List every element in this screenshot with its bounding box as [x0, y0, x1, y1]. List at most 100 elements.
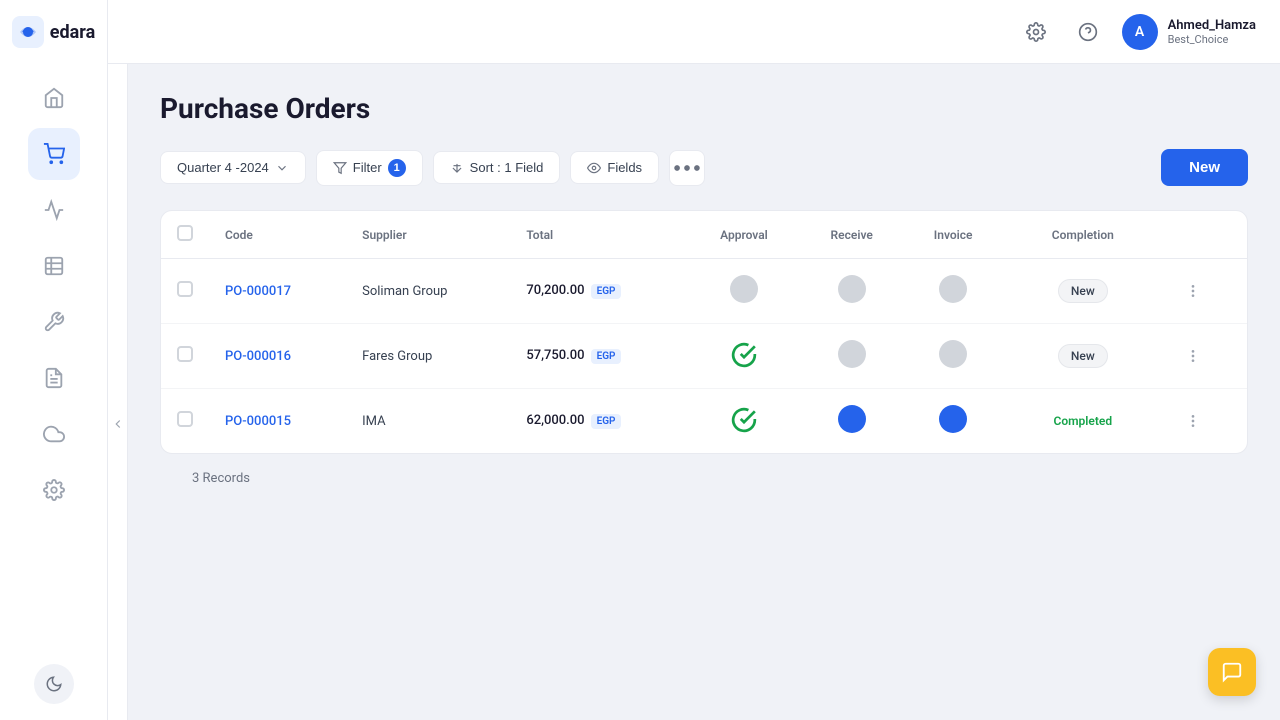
sidebar-item-home[interactable]: [28, 72, 80, 124]
records-label: Records: [203, 471, 250, 486]
content: Purchase Orders Quarter 4 -2024 Filter: [108, 64, 1280, 720]
chat-button[interactable]: [1208, 648, 1256, 696]
filter-count-badge: 1: [388, 159, 406, 177]
sidebar-item-analytics[interactable]: [28, 184, 80, 236]
user-info: Ahmed_Hamza Best_Choice: [1168, 18, 1256, 46]
row-checkbox-cell-2[interactable]: [161, 389, 209, 454]
total-2: 62,000.00EGP: [510, 389, 688, 454]
total-1: 57,750.00EGP: [510, 324, 688, 389]
user-section[interactable]: A Ahmed_Hamza Best_Choice: [1122, 14, 1256, 50]
collapse-sidebar-btn[interactable]: [108, 64, 128, 720]
po-link-1[interactable]: PO-000016: [225, 349, 291, 364]
sidebar-bottom: [34, 664, 74, 704]
main-wrapper: A Ahmed_Hamza Best_Choice Purchase Order…: [108, 0, 1280, 720]
fields-btn[interactable]: Fields: [570, 151, 659, 184]
supplier-header: Supplier: [346, 211, 510, 259]
settings-icon-btn[interactable]: [1018, 14, 1054, 50]
logo-text: edara: [50, 22, 95, 43]
records-count: 3: [192, 471, 199, 486]
row-menu-btn-2[interactable]: [1179, 407, 1207, 435]
sidebar-item-table[interactable]: [28, 240, 80, 292]
row-checkbox-cell-0[interactable]: [161, 259, 209, 324]
user-company: Best_Choice: [1168, 33, 1256, 46]
more-vertical-icon: [1185, 283, 1201, 299]
invoice-1: [939, 340, 967, 368]
completion-header: Completion: [1003, 211, 1163, 259]
table-footer: 3 Records: [160, 454, 1248, 502]
completion-cell-2: Completed: [1003, 389, 1163, 454]
page-title: Purchase Orders: [160, 92, 1248, 125]
receive-1: [838, 340, 866, 368]
table-row: PO-000017Soliman Group70,200.00EGPNew: [161, 259, 1247, 324]
approval-cell-2: [688, 389, 800, 454]
new-button[interactable]: New: [1161, 149, 1248, 186]
sidebar-item-reports[interactable]: [28, 352, 80, 404]
sort-icon: [450, 161, 464, 175]
filter-btn[interactable]: Filter 1: [316, 150, 423, 186]
completion-cell-0: New: [1003, 259, 1163, 324]
filter-icon: [333, 161, 347, 175]
sidebar-item-settings[interactable]: [28, 464, 80, 516]
quarter-filter-btn[interactable]: Quarter 4 -2024: [160, 151, 306, 184]
supplier-2: IMA: [346, 389, 510, 454]
row-checkbox-2[interactable]: [177, 411, 193, 427]
approval-approved-2: [730, 406, 758, 434]
row-menu-btn-1[interactable]: [1179, 342, 1207, 370]
select-all-header[interactable]: [161, 211, 209, 259]
po-code-0[interactable]: PO-000017: [209, 259, 346, 324]
table-row: PO-000016Fares Group57,750.00EGP New: [161, 324, 1247, 389]
sidebar-item-tools[interactable]: [28, 296, 80, 348]
main-content: Purchase Orders Quarter 4 -2024 Filter: [128, 64, 1280, 720]
sidebar-item-cart[interactable]: [28, 128, 80, 180]
po-code-2[interactable]: PO-000015: [209, 389, 346, 454]
row-menu-btn-0[interactable]: [1179, 277, 1207, 305]
toolbar: Quarter 4 -2024 Filter 1: [160, 149, 1248, 186]
chevron-down-icon: [275, 161, 289, 175]
filter-label: Filter: [353, 160, 382, 175]
more-horizontal-icon: [670, 151, 704, 185]
user-avatar: A: [1122, 14, 1158, 50]
receive-cell-0: [800, 259, 904, 324]
receive-cell-2: [800, 389, 904, 454]
po-link-0[interactable]: PO-000017: [225, 284, 291, 299]
dark-mode-toggle[interactable]: [34, 664, 74, 704]
po-link-2[interactable]: PO-000015: [225, 414, 291, 429]
invoice-header: Invoice: [904, 211, 1003, 259]
receive-2: [838, 405, 866, 433]
approval-header: Approval: [688, 211, 800, 259]
invoice-cell-0: [904, 259, 1003, 324]
sidebar: edara: [0, 0, 108, 720]
sidebar-nav: [0, 72, 107, 656]
invoice-0: [939, 275, 967, 303]
table-header-row: Code Supplier Total Approval Receive Inv…: [161, 211, 1247, 259]
more-vertical-icon: [1185, 348, 1201, 364]
quarter-label: Quarter 4 -2024: [177, 160, 269, 175]
select-all-checkbox[interactable]: [177, 225, 193, 241]
row-checkbox-cell-1[interactable]: [161, 324, 209, 389]
row-menu-cell-2[interactable]: [1163, 389, 1247, 454]
sidebar-item-cloud[interactable]: [28, 408, 80, 460]
eye-icon: [587, 161, 601, 175]
actions-header: [1163, 211, 1247, 259]
more-options-btn[interactable]: [669, 150, 705, 186]
completion-badge-0: New: [1058, 279, 1108, 303]
po-code-1[interactable]: PO-000016: [209, 324, 346, 389]
sort-btn[interactable]: Sort : 1 Field: [433, 151, 561, 184]
approval-gray-0: [730, 275, 758, 303]
row-menu-cell-0[interactable]: [1163, 259, 1247, 324]
code-header: Code: [209, 211, 346, 259]
row-menu-cell-1[interactable]: [1163, 324, 1247, 389]
table-row: PO-000015 IMA62,000.00EGP Completed: [161, 389, 1247, 454]
help-icon-btn[interactable]: [1070, 14, 1106, 50]
receive-header: Receive: [800, 211, 904, 259]
user-name: Ahmed_Hamza: [1168, 18, 1256, 33]
row-checkbox-0[interactable]: [177, 281, 193, 297]
row-checkbox-1[interactable]: [177, 346, 193, 362]
logo: edara: [0, 16, 107, 48]
sort-label: Sort : 1 Field: [470, 160, 544, 175]
fields-label: Fields: [607, 160, 642, 175]
receive-cell-1: [800, 324, 904, 389]
topbar: A Ahmed_Hamza Best_Choice: [108, 0, 1280, 64]
total-header: Total: [510, 211, 688, 259]
approval-cell-1: [688, 324, 800, 389]
